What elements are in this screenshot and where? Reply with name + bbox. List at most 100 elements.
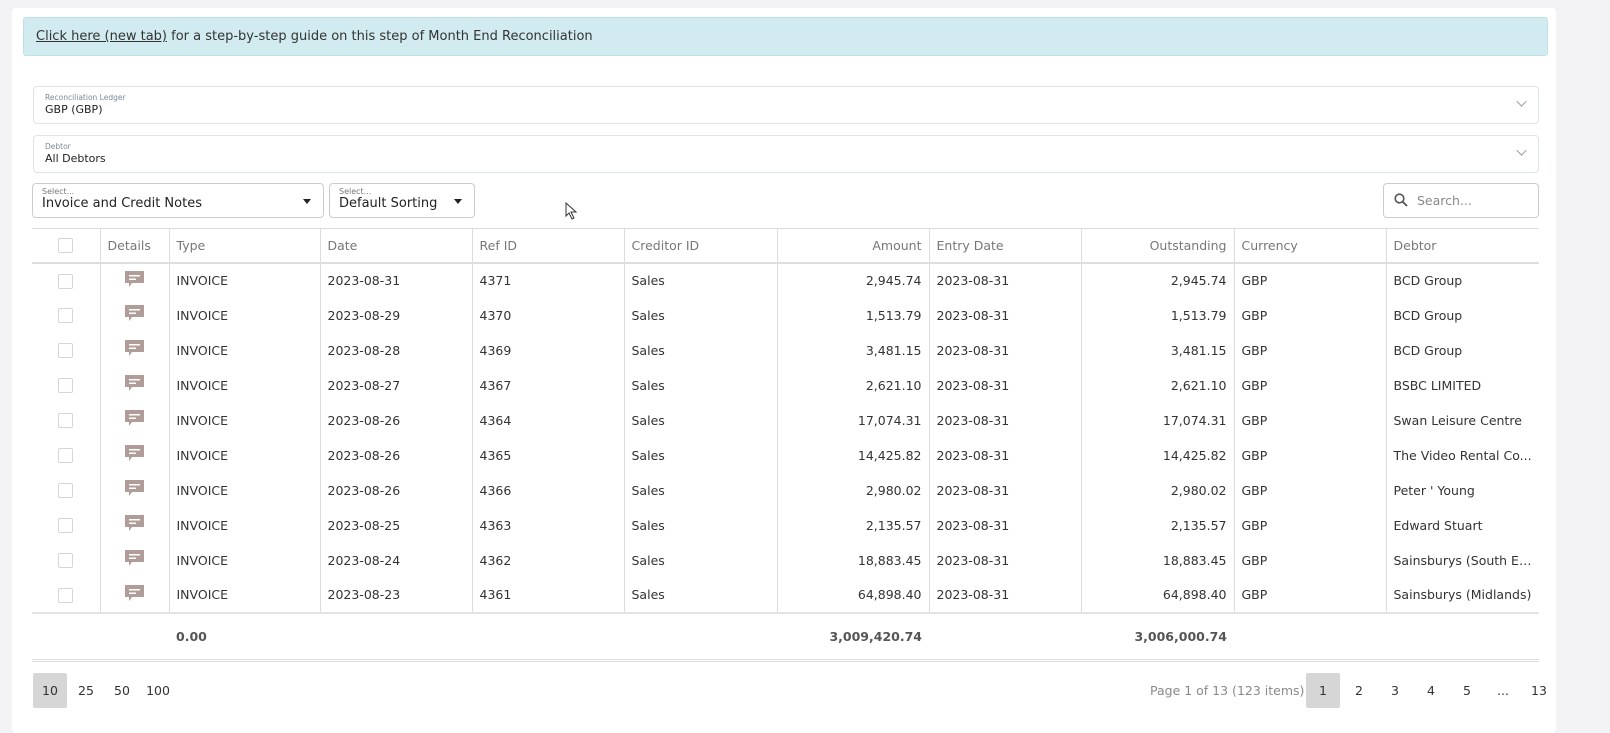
table-row[interactable]: INVOICE 2023-08-26 4364 Sales 17,074.31 2023-…: [32, 402, 1539, 438]
cell-entry-date: 2023-08-31: [928, 367, 1081, 403]
cell-entry-date: 2023-08-31: [928, 507, 1081, 543]
page-size-50[interactable]: 50: [105, 673, 139, 708]
table-row[interactable]: INVOICE 2023-08-26 4366 Sales 2,980.02 2023-0…: [32, 472, 1539, 508]
cell-debtor: Sainsburys (South Ea...: [1385, 542, 1539, 578]
guide-link[interactable]: Click here (new tab): [36, 29, 167, 44]
comment-icon[interactable]: [125, 480, 144, 497]
select-all-checkbox[interactable]: [58, 238, 74, 254]
cell-outstanding: 2,621.10: [1080, 367, 1234, 403]
comment-icon[interactable]: [125, 410, 144, 427]
page-scrollbar[interactable]: [1560, 0, 1610, 733]
cell-currency: GBP: [1233, 402, 1386, 438]
page-4[interactable]: 4: [1414, 673, 1448, 708]
row-checkbox-cell: [32, 403, 100, 438]
cell-date: 2023-08-28: [319, 332, 472, 368]
comment-icon[interactable]: [125, 270, 144, 288]
cell-entry-date: 2023-08-31: [928, 332, 1081, 368]
row-checkbox-cell: [32, 333, 100, 368]
row-checkbox[interactable]: [58, 553, 74, 568]
cell-currency: GBP: [1233, 472, 1386, 508]
row-checkbox[interactable]: [58, 343, 74, 358]
cell-date: 2023-08-27: [319, 367, 472, 403]
select-all-cell: [32, 228, 100, 264]
table-row[interactable]: INVOICE 2023-08-24 4362 Sales 18,883.45 2023-…: [32, 542, 1539, 578]
cell-date: 2023-08-26: [319, 472, 472, 508]
page-1[interactable]: 1: [1306, 673, 1340, 708]
total-amount: 3,009,420.74: [777, 612, 929, 662]
details-cell: [99, 437, 169, 473]
row-checkbox[interactable]: [58, 413, 74, 428]
column-header-entry-date[interactable]: Entry Date: [928, 228, 1081, 264]
table-row[interactable]: INVOICE 2023-08-29 4370 Sales 1,513.79 2023-0…: [32, 297, 1539, 333]
comment-icon[interactable]: [125, 375, 144, 392]
guide-banner: Click here (new tab) for a step-by-step …: [23, 17, 1548, 56]
row-checkbox-cell: [32, 263, 100, 298]
comment-icon[interactable]: [125, 550, 144, 567]
column-header-amount[interactable]: Amount: [776, 228, 929, 264]
sorting-select[interactable]: Select... Default Sorting: [329, 183, 475, 218]
page-size-100[interactable]: 100: [141, 673, 175, 708]
details-cell: [99, 577, 169, 614]
column-header-details[interactable]: Details: [99, 228, 169, 264]
row-checkbox-cell: [32, 508, 100, 543]
row-checkbox[interactable]: [58, 448, 74, 463]
mouse-cursor-icon: [565, 202, 578, 220]
cell-ref-id: 4361: [471, 577, 624, 614]
debtor-select[interactable]: Debtor All Debtors: [33, 135, 1539, 173]
document-type-select[interactable]: Select... Invoice and Credit Notes: [32, 183, 324, 218]
column-header-type[interactable]: Type: [168, 228, 320, 264]
comment-icon[interactable]: [125, 445, 144, 462]
cell-entry-date: 2023-08-31: [928, 297, 1081, 333]
row-checkbox-cell: [32, 543, 100, 578]
row-checkbox[interactable]: [58, 308, 74, 323]
table-row[interactable]: INVOICE 2023-08-31 4371 Sales 2,945.74 2023-0…: [32, 262, 1539, 298]
comment-icon[interactable]: [125, 515, 144, 532]
page-3[interactable]: 3: [1378, 673, 1412, 708]
cell-outstanding: 64,898.40: [1080, 577, 1234, 614]
cell-amount: 1,513.79: [776, 297, 929, 333]
cell-entry-date: 2023-08-31: [928, 472, 1081, 508]
search-input[interactable]: Search...: [1383, 183, 1539, 218]
cell-debtor: Edward Stuart: [1385, 507, 1539, 543]
page-size-10[interactable]: 10: [33, 673, 67, 708]
cell-type: INVOICE: [168, 577, 320, 614]
search-icon: [1394, 193, 1408, 207]
page-13[interactable]: 13: [1522, 673, 1556, 708]
reconciliation-ledger-select[interactable]: Reconciliation Ledger GBP (GBP): [33, 86, 1539, 124]
cell-entry-date: 2023-08-31: [928, 542, 1081, 578]
comment-icon[interactable]: [125, 584, 144, 602]
totals-row: 0.00 3,009,420.74 3,006,000.74: [32, 612, 1539, 662]
column-header-ref-id[interactable]: Ref ID: [471, 228, 624, 264]
table-row[interactable]: INVOICE 2023-08-25 4363 Sales 2,135.57 2023-0…: [32, 507, 1539, 543]
table-row[interactable]: INVOICE 2023-08-23 4361 Sales 64,898.40 2023-…: [32, 577, 1539, 614]
column-header-debtor[interactable]: Debtor: [1385, 228, 1539, 264]
row-checkbox[interactable]: [58, 378, 74, 393]
details-cell: [99, 542, 169, 578]
table-row[interactable]: INVOICE 2023-08-26 4365 Sales 14,425.82 2023-…: [32, 437, 1539, 473]
row-checkbox[interactable]: [58, 587, 74, 603]
cell-outstanding: 2,135.57: [1080, 507, 1234, 543]
cell-creditor-id: Sales: [623, 437, 777, 473]
cell-debtor: Peter ' Young: [1385, 472, 1539, 508]
row-checkbox[interactable]: [58, 273, 74, 289]
column-header-outstanding[interactable]: Outstanding: [1080, 228, 1234, 264]
cell-creditor-id: Sales: [623, 332, 777, 368]
cell-currency: GBP: [1233, 332, 1386, 368]
row-checkbox[interactable]: [58, 483, 74, 498]
cell-currency: GBP: [1233, 297, 1386, 333]
table-row[interactable]: INVOICE 2023-08-28 4369 Sales 3,481.15 2023-0…: [32, 332, 1539, 368]
comment-icon[interactable]: [125, 340, 144, 357]
page-size-25[interactable]: 25: [69, 673, 103, 708]
sorting-select-value: Default Sorting: [339, 196, 438, 211]
cell-creditor-id: Sales: [623, 297, 777, 333]
table-row[interactable]: INVOICE 2023-08-27 4367 Sales 2,621.10 2023-0…: [32, 367, 1539, 403]
page-5[interactable]: 5: [1450, 673, 1484, 708]
cell-debtor: BCD Group: [1385, 262, 1539, 298]
row-checkbox-cell: [32, 473, 100, 508]
comment-icon[interactable]: [125, 305, 144, 322]
row-checkbox[interactable]: [58, 518, 74, 533]
column-header-currency[interactable]: Currency: [1233, 228, 1386, 264]
page-2[interactable]: 2: [1342, 673, 1376, 708]
column-header-creditor-id[interactable]: Creditor ID: [623, 228, 777, 264]
column-header-date[interactable]: Date: [319, 228, 472, 264]
